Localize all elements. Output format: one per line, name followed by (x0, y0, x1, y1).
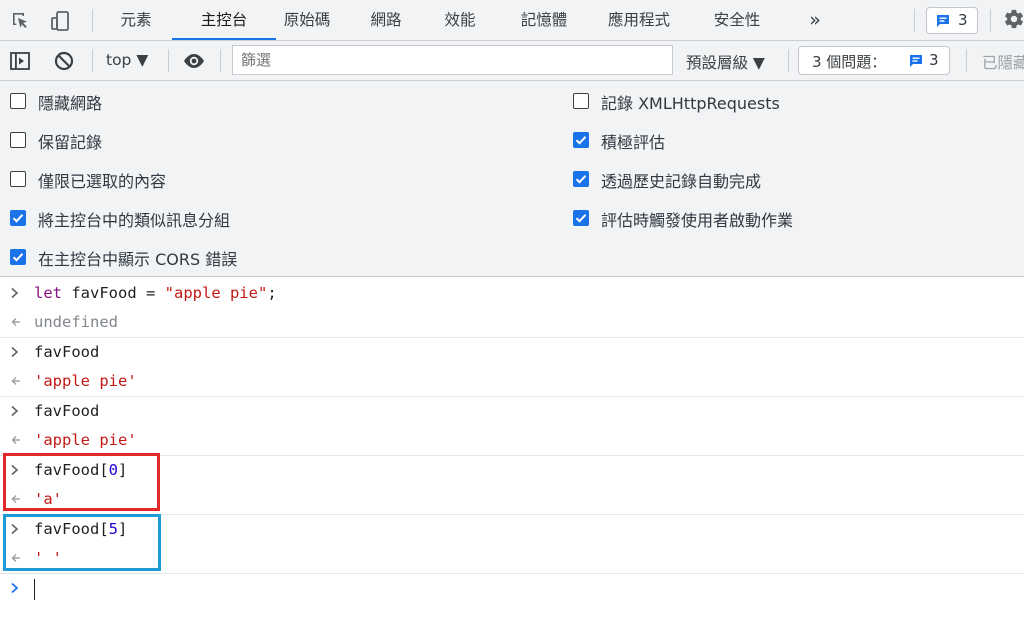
result-arrow-icon (11, 377, 20, 385)
log-levels-dropdown[interactable]: 預設層級 ▼ (686, 51, 765, 73)
highlight-box-blue (3, 514, 161, 571)
device-toolbar-icon[interactable] (50, 10, 72, 32)
context-selector[interactable]: top ▼ (106, 51, 148, 69)
more-tabs-button[interactable]: » (800, 0, 830, 40)
result-arrow-icon (11, 436, 20, 444)
chevron-right-icon (11, 405, 19, 417)
divider (990, 9, 991, 32)
hidden-messages-label: 已隱藏 (982, 54, 1024, 72)
log-xhr-checkbox[interactable] (573, 93, 589, 109)
highlight-box-red (3, 453, 160, 511)
text-caret (34, 579, 35, 600)
console-settings-pane: 隱藏網路 保留記錄 僅限已選取的內容 將主控台中的類似訊息分組 在主控台中顯示 … (0, 81, 1024, 277)
divider (92, 9, 93, 32)
message-icon (937, 15, 949, 27)
chevron-right-icon (11, 287, 19, 299)
gear-icon[interactable] (1003, 8, 1024, 30)
tab-elements[interactable]: 元素 (105, 0, 167, 40)
divider (966, 49, 967, 72)
hide-network-checkbox[interactable] (10, 93, 26, 109)
tab-security[interactable]: 安全性 (701, 0, 773, 40)
group-similar-label: 將主控台中的類似訊息分組 (38, 211, 231, 230)
checkmark-icon (575, 214, 587, 223)
selected-context-only-label: 僅限已選取的內容 (38, 172, 167, 191)
filter-input[interactable] (232, 45, 673, 75)
preserve-log-label: 保留記錄 (38, 133, 103, 152)
inspect-element-icon[interactable] (10, 10, 32, 32)
divider (168, 49, 169, 72)
log-xhr-label: 記錄 XMLHttpRequests (601, 94, 780, 113)
console-result-value: 'apple pie' (34, 372, 137, 390)
tab-memory[interactable]: 記憶體 (506, 0, 582, 40)
autocomplete-history-label: 透過歷史記錄自動完成 (601, 172, 762, 191)
live-expression-eye-icon[interactable] (181, 50, 207, 72)
console-message: favFood 'apple pie' (0, 338, 1024, 397)
prompt-chevron-icon (11, 582, 19, 594)
result-arrow-icon (11, 318, 20, 326)
issues-button-label: 3 個問題： (812, 53, 887, 71)
autocomplete-history-checkbox[interactable] (573, 171, 589, 187)
eager-evaluation-checkbox[interactable] (573, 132, 589, 148)
console-result-value: 'apple pie' (34, 431, 137, 449)
issues-button[interactable]: 3 個問題： 3 (798, 46, 950, 75)
console-result-line: 'apple pie' (0, 426, 1024, 455)
checkmark-icon (575, 175, 587, 184)
active-tab-indicator (172, 38, 276, 40)
eager-evaluation-label: 積極評估 (601, 133, 666, 152)
console-input-line: favFood (0, 338, 1024, 367)
console-result-value: undefined (34, 313, 118, 331)
user-activation-checkbox[interactable] (573, 210, 589, 226)
issues-button-count: 3 (929, 51, 939, 69)
checkmark-icon (12, 253, 24, 262)
show-cors-errors-label: 在主控台中顯示 CORS 錯誤 (38, 250, 238, 269)
divider (92, 49, 93, 72)
hide-network-label: 隱藏網路 (38, 94, 103, 113)
console-input-code: favFood (34, 402, 100, 420)
show-cors-errors-checkbox[interactable] (10, 249, 26, 265)
console-prompt-input[interactable] (30, 575, 1020, 605)
checkmark-icon (575, 136, 587, 145)
issues-badge-count: 3 (958, 11, 968, 29)
selected-context-only-checkbox[interactable] (10, 171, 26, 187)
divider (788, 49, 789, 72)
tab-sources[interactable]: 原始碼 (276, 0, 338, 40)
divider (914, 9, 915, 32)
issues-badge-button[interactable]: 3 (926, 7, 978, 34)
message-icon (910, 55, 922, 67)
devtools-tab-bar: 元素 主控台 原始碼 網路 效能 記憶體 應用程式 安全性 » 3 (0, 0, 1024, 41)
console-result-line: 'apple pie' (0, 367, 1024, 396)
user-activation-label: 評估時觸發使用者啟動作業 (601, 211, 794, 230)
tab-performance[interactable]: 效能 (429, 0, 491, 40)
preserve-log-checkbox[interactable] (10, 132, 26, 148)
tab-network[interactable]: 網路 (355, 0, 417, 40)
console-input-line: let favFood = "apple pie"; (0, 279, 1024, 308)
tab-application[interactable]: 應用程式 (596, 0, 682, 40)
console-result-line: undefined (0, 308, 1024, 337)
console-input-code: favFood (34, 343, 100, 361)
sidebar-toggle-icon[interactable] (9, 50, 31, 72)
group-similar-checkbox[interactable] (10, 210, 26, 226)
checkmark-icon (12, 214, 24, 223)
console-toolbar: top ▼ 預設層級 ▼ 3 個問題： 3 已隱藏 (0, 41, 1024, 81)
console-message: favFood 'apple pie' (0, 397, 1024, 456)
chevron-right-icon (11, 346, 19, 358)
console-input-line: favFood (0, 397, 1024, 426)
tab-console[interactable]: 主控台 (172, 0, 276, 40)
console-message: let favFood = "apple pie"; undefined (0, 279, 1024, 338)
console-input-code: let favFood = "apple pie"; (34, 284, 277, 302)
clear-console-icon[interactable] (53, 50, 75, 72)
divider (220, 49, 221, 72)
